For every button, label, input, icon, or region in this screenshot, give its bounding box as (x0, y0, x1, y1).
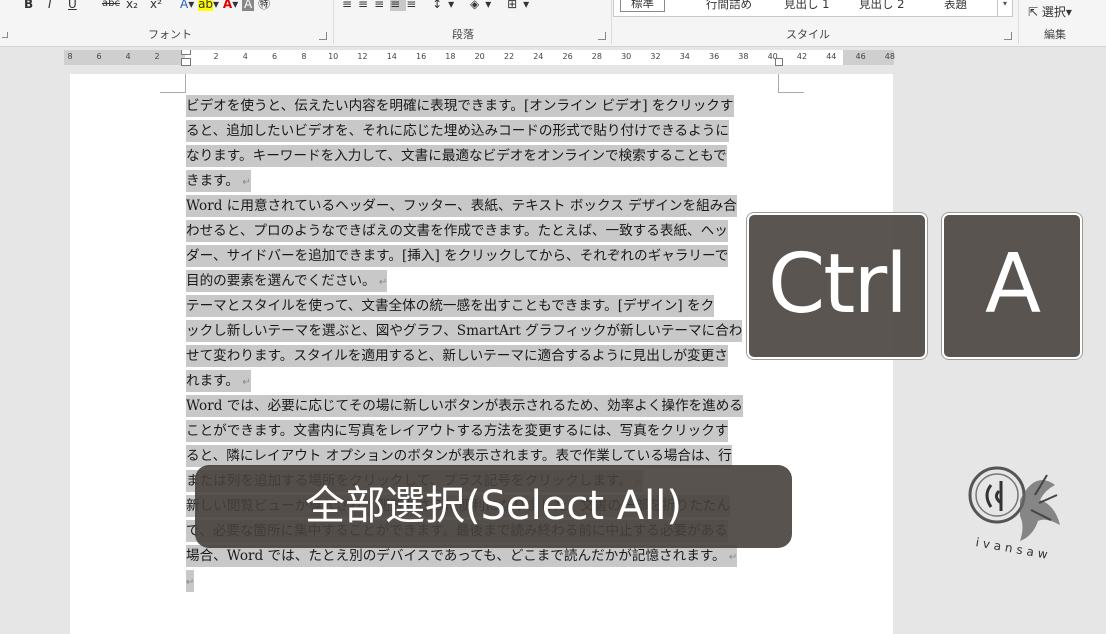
ruler-number: 10 (328, 52, 339, 61)
style-title[interactable]: 表題 (944, 0, 967, 12)
document-line: ことができます。文書内に写真をレイアウトする方法を変更するには、写真をクリックす (186, 419, 781, 444)
ruler-number: 48 (884, 52, 895, 61)
gallery-scroll-icon[interactable]: ▾ (997, 0, 1012, 16)
ruler-number: 8 (67, 52, 73, 61)
ruler-number: 2 (213, 52, 219, 61)
ruler-number: 2 (154, 52, 160, 61)
select-button[interactable]: ⇱ 選択▾ (1028, 4, 1072, 20)
paragraph-mark-icon: ↵ (186, 577, 195, 588)
clipboard-launcher-icon[interactable] (2, 32, 8, 38)
font-button-0[interactable]: B (22, 0, 35, 12)
document-line: ックし新しいテーマを選ぶと、図やグラフ、SmartArt グラフィックが新しいテ… (186, 319, 781, 344)
ruler-number: 30 (621, 52, 632, 61)
paragraph-dialog-launcher-icon[interactable] (598, 32, 606, 40)
ruler-number: 18 (445, 52, 456, 61)
ruler-number: 4 (242, 52, 248, 61)
document-line: きます。 ↵ (186, 169, 781, 194)
crop-mark-right (778, 74, 804, 93)
shortcut-caption: 全部選択(Select All) (195, 465, 792, 548)
document-line: ると、追加したいビデオを、それに応じた埋め込みコードの形式で貼り付けできるように (186, 119, 781, 144)
crop-mark-left (160, 74, 186, 93)
style-normal[interactable]: 標準 (620, 0, 665, 12)
ruler-number: 44 (826, 52, 837, 61)
align-buttons-icon[interactable]: ≡≡≡≡≡ ↕▾ ◈▾ ⊞▾ (342, 0, 535, 12)
ruler-number: 36 (709, 52, 720, 61)
style-heading-1[interactable]: 見出し 1 (784, 0, 829, 12)
font-button-2[interactable]: U (66, 0, 79, 12)
document-line: テーマとスタイルを使って、文書全体の統一感を出すこともできます。[デザイン] を… (186, 294, 781, 319)
style-gallery[interactable]: 標準 行間詰め 見出し 1 見出し 2 表題 ▾ (613, 0, 1013, 17)
ruler-number: 32 (650, 52, 661, 61)
style-heading-2[interactable]: 見出し 2 (859, 0, 904, 12)
paragraph-group-label: 段落 (452, 28, 474, 41)
ruler-number: 28 (591, 52, 602, 61)
ivansaw-logo: ivansaw (968, 466, 1060, 562)
svg-text:ivansaw: ivansaw (975, 535, 1053, 562)
paragraph-mark-icon: ↵ (375, 277, 388, 288)
ruler-number: 34 (679, 52, 690, 61)
font-button-1[interactable]: I (46, 0, 54, 12)
font-button-3[interactable]: abc (100, 0, 122, 12)
paragraph-mark-icon: ↵ (239, 177, 251, 188)
horizontal-ruler[interactable]: 8 6 4 2 2 4 6 8 10 12 14 16 18 20 22 24 26 28 30 32 34 36 38 40… (64, 50, 895, 66)
styles-group-label: スタイル (786, 28, 830, 41)
font-group-label: フォント (148, 28, 192, 41)
document-line: Word では、必要に応じてその場に新しいボタンが表示されるため、効率よく操作を… (186, 394, 781, 419)
ruler-number: 4 (125, 52, 131, 61)
ruler-number: 6 (96, 52, 102, 61)
document-line: ダー、サイドバーを追加できます。[挿入] をクリックしてから、それぞれのギャラリ… (186, 244, 781, 269)
right-indent-icon[interactable] (775, 58, 783, 66)
ribbon: B I Uabc x₂ x² A▾ ab▾ A▾ A ㊕ フォント ≡≡≡≡≡ ↕▾ ◈… (0, 0, 1106, 47)
ruler-number: 8 (301, 52, 307, 61)
document-line: ↵ (186, 569, 781, 594)
document-line: わせると、プロのようなできばえの文書を作成できます。たとえば、一致する表紙、ヘッ (186, 219, 781, 244)
document-line: ビデオを使うと、伝えたい内容を明確に表現できます。[オンライン ビデオ] をクリ… (186, 94, 781, 119)
font-button-5[interactable]: x² (148, 0, 164, 12)
ruler-number: 24 (533, 52, 544, 61)
ruler-number: 22 (503, 52, 515, 61)
document-line: せて変わります。スタイルを適用すると、新しいテーマに適合するように見出しが変更さ (186, 344, 781, 369)
ctrl-key-overlay: Ctrl (747, 213, 927, 359)
ruler-number: 14 (386, 52, 397, 61)
styles-dialog-launcher-icon[interactable] (1004, 32, 1012, 40)
ruler-number: 20 (474, 52, 485, 61)
document-line: 目的の要素を選んでください。 ↵ (186, 269, 781, 294)
document-line: Word に用意されているヘッダー、フッター、表紙、テキスト ボックス デザイン… (186, 194, 781, 219)
document-line: なります。キーワードを入力して、文書に最適なビデオをオンラインで検索することもで (186, 144, 781, 169)
cursor-arrow-icon: ⇱ (1028, 5, 1039, 19)
editing-group-label: 編集 (1044, 28, 1066, 41)
style-no-spacing[interactable]: 行間詰め (706, 0, 752, 12)
ruler-number: 26 (562, 52, 573, 61)
ruler-number: 16 (416, 52, 427, 61)
paragraph-mark-icon: ↵ (239, 377, 251, 388)
ruler-number: 46 (855, 52, 866, 61)
left-indent-icon[interactable] (181, 58, 191, 66)
select-button-label: 選択 (1041, 5, 1066, 19)
ruler-number: 12 (357, 52, 368, 61)
font-button-4[interactable]: x₂ (124, 0, 140, 12)
paragraph-mark-icon: ↵ (725, 552, 738, 563)
font-color-icon[interactable]: A▾ ab▾ A▾ A ㊕ (180, 0, 270, 12)
ruler-number: 42 (796, 52, 808, 61)
first-line-indent-icon[interactable] (181, 50, 191, 55)
ruler-number: 38 (738, 52, 749, 61)
document-line: れます。 ↵ (186, 369, 781, 394)
font-dialog-launcher-icon[interactable] (319, 32, 327, 40)
a-key-overlay: A (942, 213, 1082, 359)
ruler-number: 6 (272, 52, 278, 61)
